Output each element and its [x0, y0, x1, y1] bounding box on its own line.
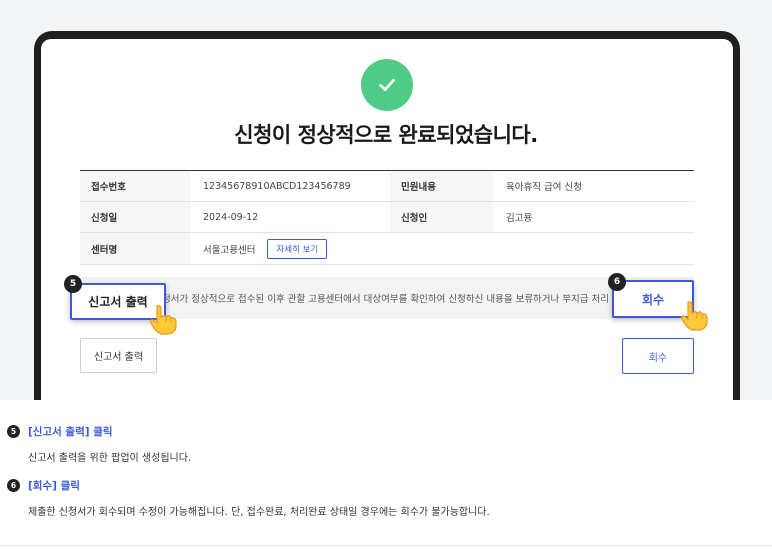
- step-number: 6: [7, 479, 20, 492]
- receipt-number-value: 12345678910ABCD123456789: [203, 180, 351, 192]
- application-date-value: 2024-09-12: [203, 211, 259, 223]
- divider: [0, 545, 772, 546]
- application-info-table: 접수번호 12345678910ABCD123456789 민원내용 육아휴직 …: [80, 170, 694, 265]
- success-check-icon: [361, 59, 413, 111]
- hand-pointer-icon: [681, 301, 708, 331]
- applicant-value: 김고용: [506, 213, 533, 224]
- table-row: 신청일 2024-09-12 신청인 김고용: [80, 202, 694, 233]
- step-number: 5: [7, 425, 20, 438]
- step-description: 제출한 신청서가 회수되며 수정이 가능해집니다. 단, 접수완료, 처리완료 …: [28, 507, 490, 518]
- withdraw-button[interactable]: 회수: [622, 338, 694, 374]
- request-type-label: 민원내용: [390, 171, 493, 201]
- table-row: 센터명 서울고용센터 자세히 보기: [80, 233, 694, 265]
- center-name-value: 서울고용센터: [203, 244, 256, 256]
- table-row: 접수번호 12345678910ABCD123456789 민원내용 육아휴직 …: [80, 171, 694, 202]
- applicant-label: 신청인: [390, 202, 493, 232]
- completion-title: 신청이 정상적으로 완료되었습니다.: [234, 123, 538, 147]
- center-name-label: 센터명: [80, 233, 190, 264]
- center-name-cell: 서울고용센터 자세히 보기: [190, 233, 694, 264]
- step-title: [신고서 출력] 클릭: [28, 426, 113, 438]
- hand-pointer-icon: [150, 305, 177, 335]
- step-description: 신고서 출력을 위한 팝업이 생성됩니다.: [28, 453, 192, 464]
- receipt-number-label: 접수번호: [80, 171, 190, 201]
- application-date-label: 신청일: [80, 202, 190, 232]
- step-6-badge: 6: [608, 273, 626, 291]
- request-type-value: 육아휴직 급여 신청: [506, 182, 582, 193]
- step-5-badge: 5: [64, 275, 82, 293]
- print-report-button[interactable]: 신고서 출력: [80, 338, 157, 373]
- tutorial-stage: 신청이 정상적으로 완료되었습니다. 접수번호 12345678910ABCD1…: [0, 0, 772, 400]
- view-details-button[interactable]: 자세히 보기: [267, 238, 328, 259]
- step-title: [회수] 클릭: [28, 480, 80, 492]
